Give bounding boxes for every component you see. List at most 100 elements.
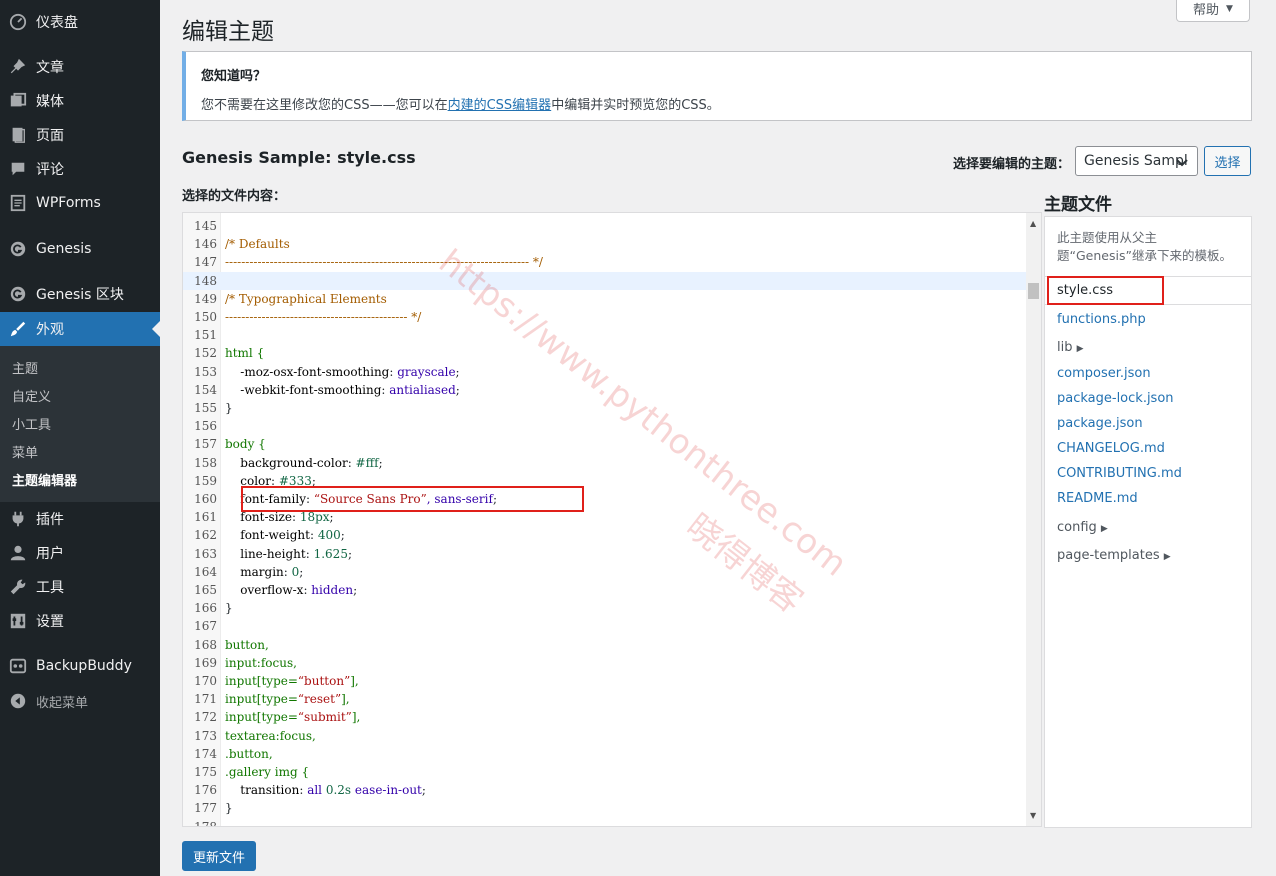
code-line[interactable]: 164 margin: 0; (183, 563, 1028, 581)
user-icon (0, 544, 36, 562)
submenu-item-widgets[interactable]: 小工具 (12, 414, 51, 433)
code-line[interactable]: 147 -------------------------------------… (183, 253, 1028, 271)
line-number: 174 (194, 746, 217, 761)
code-text: body { (225, 437, 266, 452)
code-line[interactable]: 173 textarea:focus, (183, 727, 1028, 745)
code-text: /* Defaults (225, 237, 290, 252)
code-line[interactable]: 162 font-weight: 400; (183, 526, 1028, 544)
code-line[interactable]: 165 overflow-x: hidden; (183, 581, 1028, 599)
menu-item-pages[interactable]: 页面 (0, 118, 160, 152)
menu-item-plugins[interactable]: 插件 (0, 502, 160, 536)
file-item-changelog-md[interactable]: CHANGELOG.md (1057, 441, 1165, 456)
code-line[interactable]: 149 /* Typographical Elements (183, 290, 1028, 308)
code-line[interactable]: 150 -------------------------------------… (183, 308, 1028, 326)
submenu-item-themes[interactable]: 主题 (12, 358, 38, 377)
menu-item-users[interactable]: 用户 (0, 536, 160, 570)
file-item-functions-php[interactable]: functions.php (1057, 312, 1146, 327)
menu-label: 文章 (36, 60, 64, 76)
menu-item-genesis[interactable]: Genesis (0, 232, 160, 266)
code-line[interactable]: 167 (183, 617, 1028, 635)
code-line[interactable]: 146 /* Defaults (183, 235, 1028, 253)
menu-label: 设置 (36, 614, 64, 630)
code-text: html { (225, 346, 265, 361)
folder-item-lib[interactable]: lib ▶ (1057, 340, 1084, 355)
editor-scrollbar[interactable]: ▲ ▼ (1026, 213, 1041, 826)
code-line[interactable]: 166} (183, 599, 1028, 617)
menu-item-backupbuddy[interactable]: BackupBuddy (0, 649, 160, 683)
info-notice: 您知道吗？ 您不需要在这里修改您的CSS——您可以在内建的CSS编辑器中编辑并实… (182, 51, 1252, 121)
menu-item-comments[interactable]: 评论 (0, 152, 160, 186)
file-item-contributing-md[interactable]: CONTRIBUTING.md (1057, 466, 1182, 481)
code-line[interactable]: 152 html { (183, 344, 1028, 362)
collapse-menu-button[interactable]: 收起菜单 (0, 684, 160, 718)
line-number: 177 (194, 801, 217, 816)
submenu-item-theme-editor[interactable]: 主题编辑器 (12, 470, 77, 489)
folder-item-config[interactable]: config ▶ (1057, 520, 1108, 535)
scrollbar-thumb[interactable] (1028, 283, 1039, 299)
code-line[interactable]: 178 (183, 818, 1028, 826)
code-text: .gallery img { (225, 765, 310, 779)
theme-select[interactable]: Genesis Sampl (1075, 146, 1198, 176)
menu-item-tools[interactable]: 工具 (0, 570, 160, 604)
theme-select-label: 选择要编辑的主题： (953, 157, 1071, 172)
annotation-highlight-box (1047, 276, 1164, 305)
file-item-composer-json[interactable]: composer.json (1057, 366, 1151, 381)
code-line[interactable]: 163 line-height: 1.625; (183, 545, 1028, 563)
code-text: -webkit-font-smoothing: antialiased; (240, 382, 460, 397)
line-number: 158 (194, 455, 217, 470)
menu-item-posts[interactable]: 文章 (0, 50, 160, 84)
code-text: line-height: 1.625; (240, 546, 352, 561)
line-number: 157 (194, 437, 217, 452)
menu-item-settings[interactable]: 设置 (0, 604, 160, 638)
code-line[interactable]: 148 (183, 271, 1028, 290)
scroll-up-icon[interactable]: ▲ (1030, 219, 1036, 228)
code-text: margin: 0; (240, 564, 304, 579)
code-line[interactable]: 172 input[type=“submit”], (183, 708, 1028, 726)
line-number: 160 (194, 492, 217, 506)
file-item-readme-md[interactable]: README.md (1057, 491, 1138, 506)
menu-item-genesis-blocks[interactable]: Genesis 区块 (0, 277, 160, 311)
code-line[interactable]: 158 background-color: #fff; (183, 454, 1028, 472)
code-line[interactable]: 153 -moz-osx-font-smoothing: grayscale; (183, 363, 1028, 381)
code-line[interactable]: 177} (183, 799, 1028, 817)
menu-item-wpforms[interactable]: WPForms (0, 186, 160, 220)
code-line[interactable]: 157 body { (183, 435, 1028, 453)
code-editor[interactable]: 145 146 /* Defaults 147 --------------------… (182, 212, 1042, 827)
select-theme-button[interactable]: 选择 (1204, 146, 1251, 176)
file-item-package-json[interactable]: package.json (1057, 416, 1143, 431)
main-content: 帮助 ▼ 编辑主题 您知道吗？ 您不需要在这里修改您的CSS——您可以在内建的C… (160, 0, 1276, 876)
code-line[interactable]: 174 .button, (183, 745, 1028, 763)
folder-item-page-templates[interactable]: page-templates ▶ (1057, 548, 1171, 563)
code-line[interactable]: 156 (183, 417, 1028, 435)
line-number: 150 (194, 310, 217, 324)
genesis-icon (0, 240, 36, 258)
update-file-button[interactable]: 更新文件 (182, 841, 256, 871)
submenu-item-customize[interactable]: 自定义 (12, 386, 51, 405)
menu-item-appearance[interactable]: 外观 (0, 312, 160, 346)
code-text: input[type=“reset”], (225, 692, 350, 707)
help-tab-button[interactable]: 帮助 ▼ (1176, 0, 1250, 22)
code-line[interactable]: 168 button, (183, 636, 1028, 654)
help-label: 帮助 (1193, 3, 1220, 18)
line-number: 154 (194, 382, 217, 397)
code-line[interactable]: 145 (183, 217, 1028, 235)
code-line[interactable]: 154 -webkit-font-smoothing: antialiased; (183, 381, 1028, 399)
custom-css-link[interactable]: 内建的CSS编辑器 (448, 98, 552, 113)
scroll-down-icon[interactable]: ▼ (1030, 811, 1036, 820)
code-line[interactable]: 155} (183, 399, 1028, 417)
line-number: 153 (194, 364, 217, 379)
code-line[interactable]: 169 input:focus, (183, 654, 1028, 672)
code-line[interactable]: 151 (183, 326, 1028, 344)
genesis-icon (0, 285, 36, 303)
menu-label: Genesis (36, 241, 92, 257)
line-number: 171 (194, 692, 217, 707)
file-item-package-lock-json[interactable]: package-lock.json (1057, 391, 1174, 406)
theme-select-value: Genesis Sampl (1084, 153, 1188, 169)
menu-item-dashboard[interactable]: 仪表盘 (0, 5, 160, 39)
code-line[interactable]: 171 input[type=“reset”], (183, 690, 1028, 708)
menu-item-media[interactable]: 媒体 (0, 84, 160, 118)
code-line[interactable]: 170 input[type=“button”], (183, 672, 1028, 690)
code-line[interactable]: 176 transition: all 0.2s ease-in-out; (183, 781, 1028, 799)
code-line[interactable]: 175 .gallery img { (183, 763, 1028, 781)
submenu-item-menus[interactable]: 菜单 (12, 442, 38, 461)
